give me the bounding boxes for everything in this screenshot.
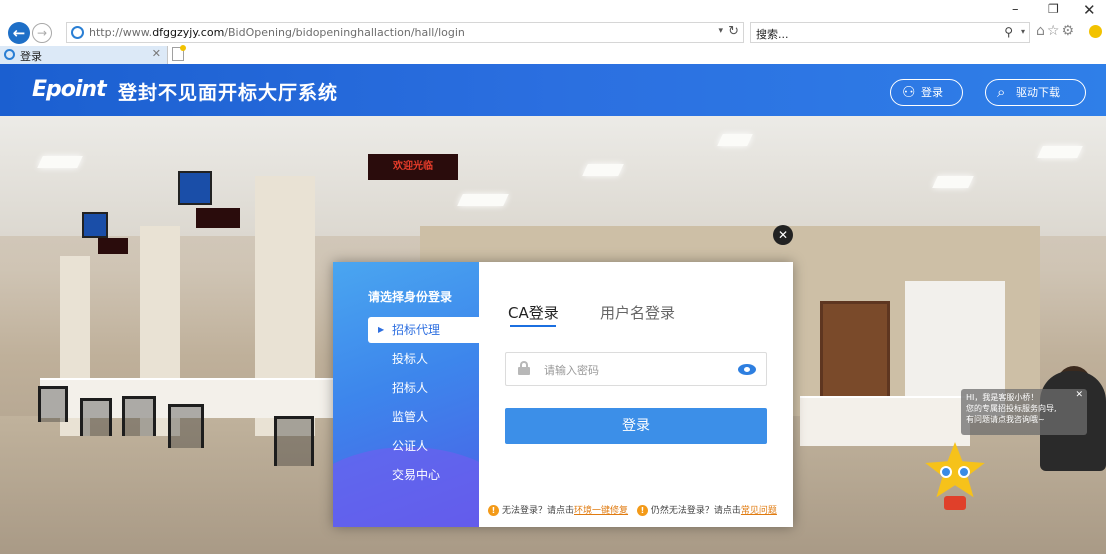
ceiling-light	[932, 176, 974, 188]
address-dropdown-icon[interactable]: ▾	[718, 26, 723, 36]
ie-logo-icon	[71, 26, 84, 39]
back-arrow-icon[interactable]: ←	[8, 22, 30, 44]
role-item-supervisor[interactable]: 监管人	[368, 404, 479, 430]
url-text: http://www.dfggzyjy.com/BidOpening/bidop…	[89, 26, 465, 39]
header-login-button[interactable]: ⚇ 登录	[890, 79, 963, 106]
tab-ca-login[interactable]: CA登录	[508, 302, 559, 323]
mascot-star-icon[interactable]	[920, 438, 990, 514]
password-placeholder: 请输入密码	[544, 364, 599, 377]
page-header: Epoint 登封不见面开标大厅系统 ⚇ 登录 ⌕ 驱动下载	[0, 64, 1106, 116]
feedback-smiley-icon[interactable]	[1089, 25, 1102, 38]
ceiling-light	[37, 156, 83, 168]
role-item-trading-center[interactable]: 交易中心	[368, 462, 479, 488]
chair	[274, 416, 314, 466]
role-panel: 请选择身份登录 ▶ 招标代理 投标人 招标人 监管人 公证人 交易中心	[333, 262, 479, 527]
refresh-icon[interactable]: ↻	[728, 24, 739, 39]
led-sign	[196, 208, 240, 228]
user-icon: ⚇	[902, 83, 916, 101]
ceiling-light	[582, 164, 624, 176]
browser-chrome: ← → http://www.dfggzyjy.com/BidOpening/b…	[0, 0, 1106, 64]
ceiling-light	[1037, 146, 1083, 158]
eye-icon[interactable]	[738, 364, 756, 375]
env-repair-link[interactable]: 环境一键修复	[574, 506, 628, 516]
bubble-close-icon[interactable]: ✕	[1075, 390, 1083, 401]
role-label: 招标代理	[392, 323, 441, 337]
help-text-2: 仍然无法登录？请点击	[650, 506, 741, 516]
role-item-notary[interactable]: 公证人	[368, 433, 479, 459]
help-links: ! 无法登录？请点击环境一键修复 ! 仍然无法登录？请点击常见问题	[488, 503, 793, 517]
system-title: 登封不见面开标大厅系统	[118, 82, 339, 104]
ceiling-light	[457, 194, 509, 206]
header-login-label: 登录	[921, 86, 943, 99]
faq-link[interactable]: 常见问题	[741, 506, 777, 516]
tab-close-icon[interactable]: ✕	[152, 47, 161, 60]
active-tab-underline	[510, 325, 556, 327]
epoint-logo: Epoint	[32, 77, 107, 102]
minimize-button[interactable]: –	[1012, 2, 1019, 17]
chat-line-2: 您的专属招投标服务向导,	[966, 404, 1057, 413]
welcome-led-sign: 欢迎光临	[368, 154, 458, 180]
chat-line-1: HI，我是客服小桥！	[966, 393, 1039, 402]
password-field[interactable]: 请输入密码	[505, 352, 767, 386]
chair	[38, 386, 68, 422]
search-icon[interactable]: ⚲	[1004, 25, 1013, 39]
monitor-screen	[82, 212, 108, 238]
login-dialog: 请选择身份登录 ▶ 招标代理 投标人 招标人 监管人 公证人 交易中心 CA登录…	[333, 262, 793, 527]
role-item-agent[interactable]: ▶ 招标代理	[368, 317, 479, 343]
close-icon[interactable]: ✕	[773, 225, 793, 245]
forward-arrow-icon[interactable]: →	[32, 23, 52, 43]
lock-icon	[518, 361, 530, 375]
role-item-bidder[interactable]: 投标人	[368, 346, 479, 372]
warning-icon: !	[488, 505, 499, 516]
chat-bubble[interactable]: ✕ HI，我是客服小桥！ 您的专属招投标服务向导, 有问题请点我咨询哦~	[961, 389, 1087, 435]
tab-username-login[interactable]: 用户名登录	[600, 302, 675, 323]
new-tab-button[interactable]	[172, 45, 186, 61]
close-window-button[interactable]: ✕	[1083, 1, 1096, 19]
chair	[122, 396, 156, 436]
address-bar[interactable]: http://www.dfggzyjy.com/BidOpening/bidop…	[66, 22, 744, 43]
chair	[80, 398, 112, 436]
help-text-1: 无法登录？请点击	[502, 506, 575, 516]
maximize-button[interactable]: ❐	[1048, 2, 1059, 16]
warning-icon: !	[636, 505, 648, 516]
role-panel-title: 请选择身份登录	[368, 290, 453, 304]
tab-ie-icon	[4, 49, 15, 60]
caret-right-icon: ▶	[378, 325, 385, 334]
tab-title: 登录	[20, 50, 42, 63]
driver-download-label: 驱动下载	[1016, 86, 1060, 99]
toolbar-icons[interactable]: ⌂☆⚙	[1036, 23, 1076, 39]
ceiling-light	[717, 134, 753, 146]
chair	[168, 404, 204, 448]
browser-tab[interactable]: 登录 ✕	[0, 46, 168, 64]
search-icon: ⌕	[997, 83, 1006, 101]
search-dropdown-icon[interactable]: ▾	[1021, 27, 1025, 36]
led-sign	[98, 238, 128, 254]
driver-download-button[interactable]: ⌕ 驱动下载	[985, 79, 1086, 106]
role-item-tenderer[interactable]: 招标人	[368, 375, 479, 401]
login-button[interactable]: 登录	[505, 408, 767, 444]
monitor-screen	[178, 171, 212, 205]
chat-line-3: 有问题请点我咨询哦~	[966, 415, 1045, 424]
search-box[interactable]: 搜索... ⚲ ▾	[750, 22, 1030, 43]
search-placeholder: 搜索...	[756, 28, 789, 41]
